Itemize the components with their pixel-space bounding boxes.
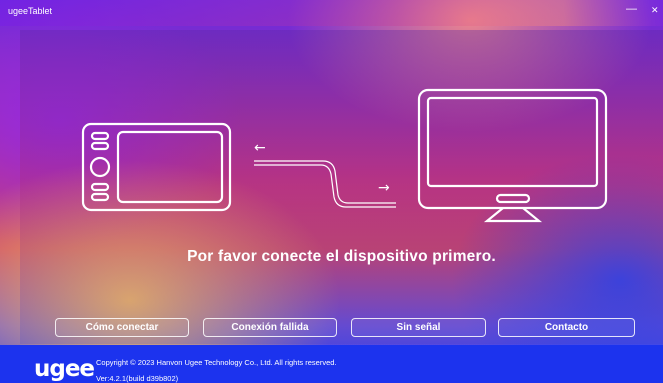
ugee-logo: ugee <box>34 356 95 382</box>
footer: ugee Copyright © 2023 Hanvon Ugee Techno… <box>0 345 663 383</box>
contact-button[interactable]: Contacto <box>498 318 635 337</box>
connect-device-message: Por favor conecte el dispositivo primero… <box>187 248 496 265</box>
no-signal-button[interactable]: Sin señal <box>351 318 486 337</box>
arrow-right-icon: → <box>378 180 390 196</box>
connection-failed-button[interactable]: Conexión fallida <box>203 318 337 337</box>
cable-icon <box>254 160 396 208</box>
how-to-connect-button[interactable]: Cómo conectar <box>55 318 189 337</box>
version-text: Ver:4.2.1(build d39b802) <box>96 374 179 383</box>
copyright-text: Copyright © 2023 Hanvon Ugee Technology … <box>96 358 337 367</box>
tablet-icon <box>81 122 232 212</box>
action-bar: Cómo conectar Conexión fallida Sin señal… <box>0 318 663 338</box>
monitor-icon <box>417 88 608 223</box>
arrow-left-icon: ← <box>254 140 266 156</box>
app-window: ugeeTablet — ✕ ← → Por favor conecte el … <box>0 0 663 383</box>
